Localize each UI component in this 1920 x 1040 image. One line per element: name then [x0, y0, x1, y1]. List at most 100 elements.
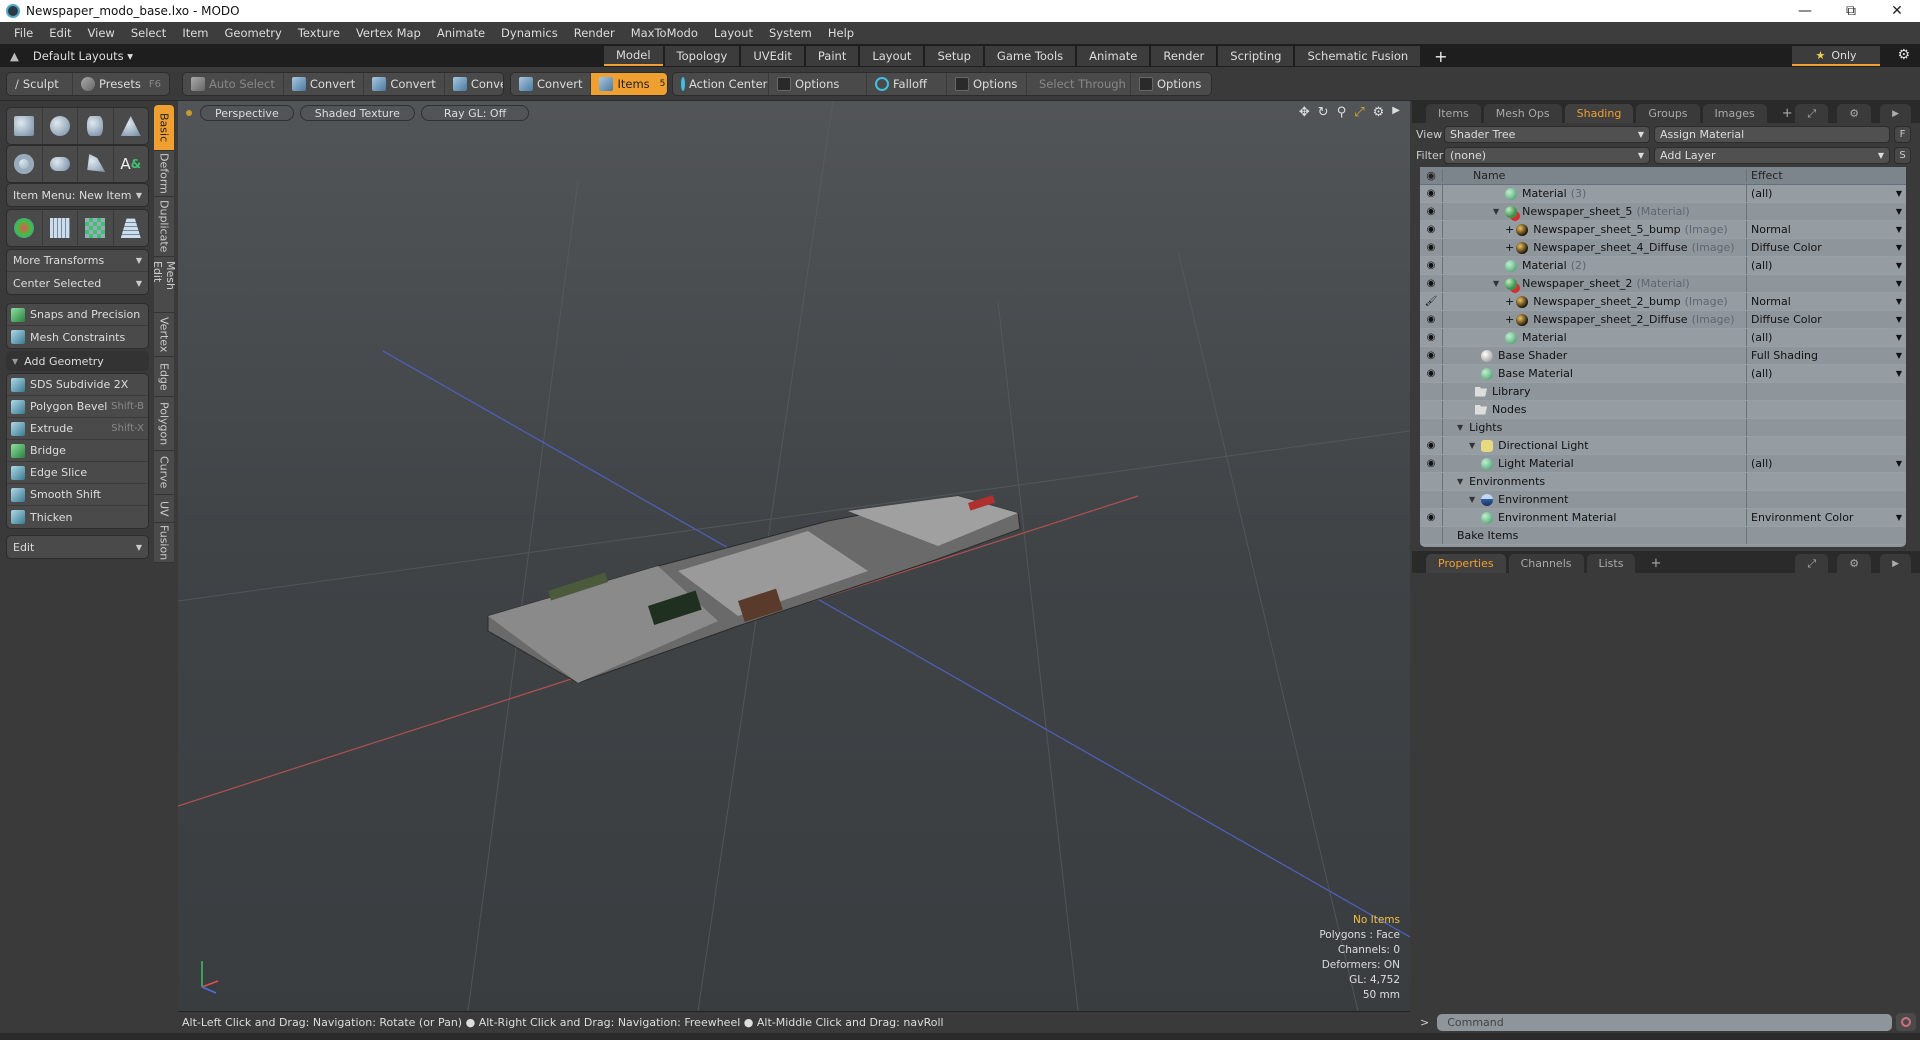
shader-tree-row[interactable]: ◉ Material (3) (all) ▼	[1420, 185, 1906, 203]
vtab-vertex[interactable]: Vertex	[154, 313, 174, 357]
action-center-options-button[interactable]: Options	[769, 73, 867, 95]
expand-plus-icon[interactable]: +	[1505, 223, 1514, 236]
panel-tab-mesh-ops[interactable]: Mesh Ops	[1483, 104, 1562, 123]
menu-maxtomodo[interactable]: MaxToModo	[623, 26, 706, 40]
rotate-icon[interactable]: ↻	[1318, 105, 1329, 120]
collapse-up-icon[interactable]: ▲	[10, 49, 19, 63]
raygl-button[interactable]: Ray GL: Off	[420, 105, 530, 121]
expand-plus-icon[interactable]: +	[1505, 313, 1514, 326]
panel-tab-items[interactable]: Items	[1426, 104, 1481, 123]
expand-toggle-icon[interactable]: ▼	[1469, 495, 1475, 504]
layout-tab-paint[interactable]: Paint	[805, 46, 859, 66]
viewport-gear-icon[interactable]: ⚙	[1373, 105, 1385, 120]
layout-tab-scripting[interactable]: Scripting	[1218, 46, 1294, 66]
command-input[interactable]: Command	[1437, 1013, 1892, 1031]
effect-dropdown[interactable]: (all) ▼	[1746, 365, 1906, 382]
shader-tree-row[interactable]: ◉ Base Shader Full Shading ▼	[1420, 347, 1906, 365]
panel-tab-images[interactable]: Images	[1702, 104, 1767, 123]
tool-extrude[interactable]: Extrude Shift-X	[7, 418, 148, 440]
effect-dropdown[interactable]: (all) ▼	[1746, 455, 1906, 472]
center-selected-dropdown[interactable]: Center Selected ▼	[7, 272, 148, 294]
falloff-options-button[interactable]: Options	[947, 73, 1027, 95]
expand-toggle-icon[interactable]: ▼	[1469, 441, 1475, 450]
expand-plus-icon[interactable]: +	[1505, 241, 1514, 254]
shader-tree-row[interactable]: ◉ + Newspaper_sheet_4_Diffuse (Image) Diffus…	[1420, 239, 1906, 257]
shader-tree-row[interactable]: ◉ ▼ Directional Light	[1420, 437, 1906, 455]
effect-dropdown[interactable]: ▼	[1746, 203, 1906, 220]
view-dropdown[interactable]: Shader Tree ▼	[1444, 126, 1650, 143]
tool-polygon-bevel[interactable]: Polygon Bevel Shift-B	[7, 396, 148, 418]
convert-polygon-button[interactable]: Convert	[445, 73, 503, 95]
plane-mesh-icon[interactable]	[114, 210, 149, 246]
visibility-eye-icon[interactable]: ◉	[1420, 512, 1442, 523]
visibility-eye-icon[interactable]: ◉	[1420, 260, 1442, 271]
shader-tree-row[interactable]: 🖌 + Newspaper_sheet_2_bump (Image) Normal ▼	[1420, 293, 1906, 311]
shader-tree-row[interactable]: ◉ Material (2) (all) ▼	[1420, 257, 1906, 275]
visibility-eye-icon[interactable]: ◉	[1420, 278, 1442, 289]
visibility-eye-icon[interactable]: ◉	[1420, 350, 1442, 361]
items-mode-button[interactable]: Items 5	[591, 73, 667, 95]
vtab-mesh-edit[interactable]: Mesh Edit	[151, 257, 177, 313]
pan-icon[interactable]: ✥	[1299, 105, 1310, 120]
default-layouts-dropdown[interactable]: Default Layouts ▾	[33, 49, 133, 63]
shading-mode-button[interactable]: Shaded Texture	[299, 105, 415, 121]
layout-tab-layout[interactable]: Layout	[860, 46, 924, 66]
vtab-uv[interactable]: UV	[154, 495, 174, 523]
tool-bridge[interactable]: Bridge	[7, 440, 148, 462]
transform-gizmo-icon[interactable]	[7, 210, 43, 246]
shader-tree-row[interactable]: ▼ Environments	[1420, 473, 1906, 491]
visibility-eye-icon[interactable]: ◉	[1420, 332, 1442, 343]
shader-tree-row[interactable]: ◉ Material (all) ▼	[1420, 329, 1906, 347]
minimize-button[interactable]: —	[1782, 0, 1828, 22]
menu-file[interactable]: File	[6, 26, 41, 40]
torus-icon[interactable]	[7, 146, 43, 182]
visibility-eye-icon[interactable]: ◉	[1420, 314, 1442, 325]
checker-cube-icon[interactable]	[78, 210, 114, 246]
presets-button[interactable]: Presets F6	[73, 73, 169, 95]
tool-thicken[interactable]: Thicken	[7, 506, 148, 528]
record-macro-button[interactable]	[1896, 1013, 1916, 1031]
shader-tree-row[interactable]: ◉ ▼ Newspaper_sheet_2 (Material) ▼	[1420, 275, 1906, 293]
visibility-eye-icon[interactable]: ◉	[1420, 188, 1442, 199]
edit-dropdown[interactable]: Edit ▼	[7, 536, 148, 558]
more-transforms-dropdown[interactable]: More Transforms ▼	[7, 250, 148, 272]
layout-tab-topology[interactable]: Topology	[664, 46, 740, 66]
panel-tab-lists[interactable]: Lists	[1586, 554, 1636, 573]
auto-select-button[interactable]: Auto Select	[183, 73, 284, 95]
expand-plus-icon[interactable]: +	[1505, 295, 1514, 308]
effect-dropdown[interactable]: Environment Color ▼	[1746, 509, 1906, 526]
only-button[interactable]: ★ Only	[1792, 46, 1880, 66]
shader-tree-row[interactable]: ◉ Light Material (all) ▼	[1420, 455, 1906, 473]
panel-tab-properties[interactable]: Properties	[1426, 554, 1506, 573]
gear-icon[interactable]: ⚙	[1897, 47, 1910, 63]
panel-gear-icon[interactable]: ⚙	[1837, 104, 1872, 123]
shader-tree-row[interactable]: ◉ Environment Material Environment Color ▼	[1420, 509, 1906, 527]
filter-dropdown[interactable]: (none) ▼	[1444, 147, 1650, 164]
paint-brush-icon[interactable]: 🖌	[1420, 296, 1442, 307]
visibility-eye-icon[interactable]: ◉	[1420, 368, 1442, 379]
name-column-header[interactable]: Name	[1442, 169, 1746, 182]
effect-dropdown[interactable]: Normal ▼	[1746, 293, 1906, 310]
mesh-constraints-button[interactable]: Mesh Constraints	[7, 326, 148, 348]
shader-tree-row[interactable]: Library	[1420, 383, 1906, 401]
tool-edge-slice[interactable]: Edge Slice	[7, 462, 148, 484]
panel-arrow-icon[interactable]: ▶	[1880, 104, 1911, 123]
visibility-eye-icon[interactable]: ◉	[1420, 458, 1442, 469]
expand-toggle-icon[interactable]: ▼	[1457, 477, 1463, 486]
action-center-button[interactable]: Action Center	[673, 73, 769, 95]
menu-view[interactable]: View	[80, 26, 123, 40]
expand-toggle-icon[interactable]: ▼	[1493, 207, 1499, 216]
expand-toggle-icon[interactable]: ▼	[1493, 279, 1499, 288]
zoom-icon[interactable]: ⚲	[1337, 105, 1347, 120]
s-button[interactable]: S	[1894, 147, 1911, 164]
expand-toggle-icon[interactable]: ▼	[1457, 423, 1463, 432]
shader-tree-row[interactable]: ◉ Base Material (all) ▼	[1420, 365, 1906, 383]
maximize-icon[interactable]: ⤢	[1354, 105, 1364, 120]
effect-dropdown[interactable]: Full Shading ▼	[1746, 347, 1906, 364]
visibility-eye-icon[interactable]: ◉	[1420, 242, 1442, 253]
effect-dropdown[interactable]: (all) ▼	[1746, 185, 1906, 202]
cone-icon[interactable]	[114, 108, 149, 144]
panel-gear-icon[interactable]: ⚙	[1837, 554, 1872, 573]
convert-material-button[interactable]: Convert	[511, 73, 592, 95]
shader-tree-row[interactable]: ◉ + Newspaper_sheet_2_Diffuse (Image) Diffus…	[1420, 311, 1906, 329]
